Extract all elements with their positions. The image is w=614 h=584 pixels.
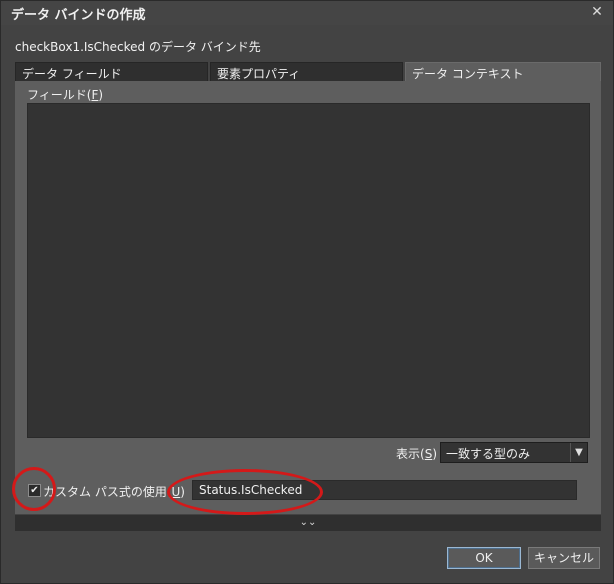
cancel-button[interactable]: キャンセル [528,547,600,569]
create-data-binding-dialog: データ バインドの作成 ✕ checkBox1.IsChecked のデータ バ… [0,0,614,584]
custom-path-input[interactable]: Status.IsChecked [192,480,577,500]
tab-element-property[interactable]: 要素プロパティ [210,62,403,82]
tab-data-context-label: データ コンテキスト [412,67,524,81]
custom-path-label[interactable]: カスタム パス式の使用(U) [43,483,185,500]
fields-label: フィールド(F) [27,88,104,102]
tab-element-property-label: 要素プロパティ [217,67,301,81]
chevron-double-down-icon: ⌄⌄ [299,517,317,528]
show-filter-dropdown[interactable]: 一致する型のみ ▼ [440,442,588,463]
close-icon[interactable]: ✕ [589,4,605,20]
title-bar: データ バインドの作成 ✕ [1,1,613,25]
tab-data-field-label: データ フィールド [22,67,122,81]
data-context-panel: フィールド(F) 表示(S) 一致する型のみ ▼ ✔ カスタム パス式の使用(U… [15,81,601,514]
fields-tree[interactable] [27,103,590,438]
tab-data-context[interactable]: データ コンテキスト [405,62,601,82]
custom-path-checkbox[interactable]: ✔ [28,484,41,497]
expand-options-toggle[interactable]: ⌄⌄ [15,515,601,531]
chevron-down-icon[interactable]: ▼ [570,443,587,462]
show-filter-value: 一致する型のみ [446,447,531,461]
binding-target-label: checkBox1.IsChecked のデータ バインド先 [15,40,261,54]
ok-button[interactable]: OK [447,547,521,569]
dialog-title: データ バインドの作成 [11,8,146,23]
tab-data-field[interactable]: データ フィールド [15,62,208,82]
show-label: 表示(S) [396,447,437,461]
